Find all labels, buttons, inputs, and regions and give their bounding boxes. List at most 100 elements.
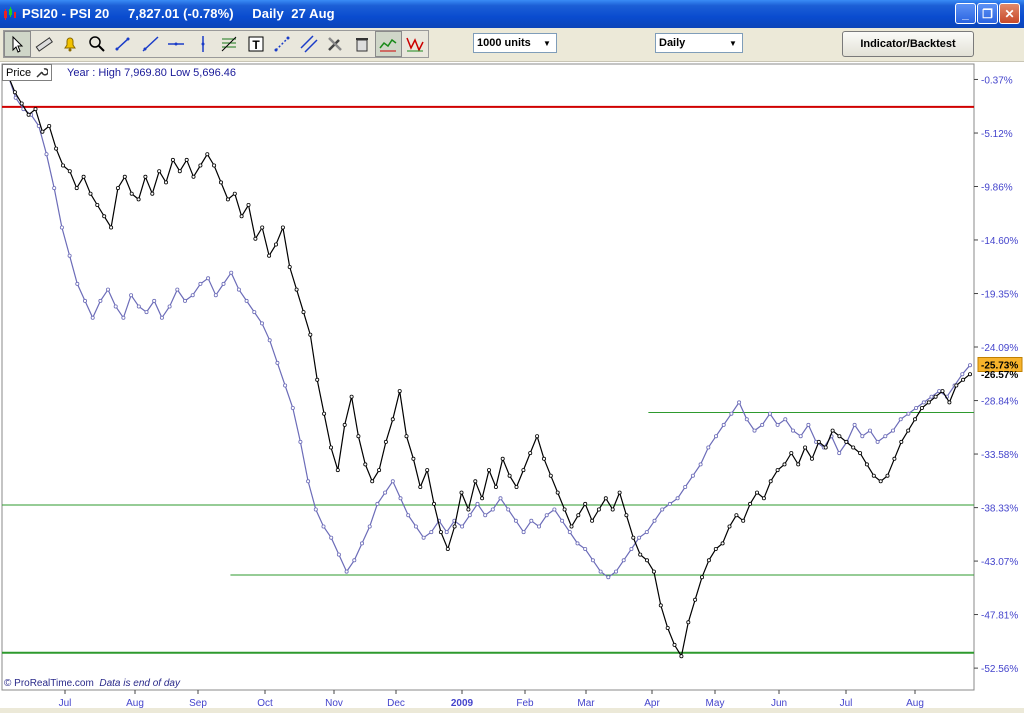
series-point-2 — [306, 479, 311, 484]
units-dropdown[interactable]: 1000 units ▼ — [473, 33, 557, 53]
series-point-1 — [335, 468, 340, 473]
series-point-1 — [933, 394, 938, 399]
tool-parallel-lines[interactable] — [296, 31, 323, 57]
chart-area[interactable]: -0.37% -5.12% -9.86% -14.60% -19.35% -24.09% -… — [0, 62, 1024, 709]
pointer-icon — [12, 35, 24, 53]
series-point-2 — [590, 558, 595, 563]
series-point-1 — [858, 451, 863, 456]
tool-text-tool[interactable]: T — [243, 31, 270, 57]
series-point-1 — [95, 202, 100, 207]
fibonacci-icon — [221, 36, 237, 52]
series-point-1 — [308, 332, 313, 337]
series-point-1 — [555, 490, 560, 495]
series-point-2 — [444, 530, 449, 535]
series-point-1 — [514, 484, 519, 489]
tool-trash[interactable] — [349, 31, 376, 57]
price-panel-label[interactable]: Price — [2, 64, 53, 81]
series-point-2 — [714, 434, 719, 439]
series-point-2 — [321, 524, 326, 529]
price-chart[interactable]: -0.37% -5.12% -9.86% -14.60% -19.35% -24.09% -… — [0, 62, 1024, 709]
tool-pattern[interactable] — [402, 31, 429, 57]
series-point-1 — [370, 479, 375, 484]
series-point-1 — [961, 377, 966, 382]
series-point-2 — [290, 405, 295, 410]
price-label-text: Price — [6, 66, 32, 79]
y-tick-label: -9.86% — [981, 182, 1013, 193]
tool-fibonacci[interactable] — [216, 31, 243, 57]
close-button[interactable]: ✕ — [999, 3, 1020, 24]
tool-arrow-line[interactable] — [269, 31, 296, 57]
series-point-1 — [528, 451, 533, 456]
y-tick-label: -14.60% — [981, 236, 1018, 247]
series-point-2 — [883, 434, 888, 439]
series-point-1 — [349, 394, 354, 399]
tool-vertical-line[interactable] — [190, 31, 217, 57]
series-point-2 — [621, 558, 626, 563]
series-point-1 — [775, 468, 780, 473]
alarm-bell-icon — [64, 37, 77, 52]
tool-alarm-bell[interactable] — [57, 31, 84, 57]
series-point-2 — [329, 535, 334, 540]
tool-ruler[interactable] — [31, 31, 58, 57]
tool-horizontal-line[interactable] — [163, 31, 190, 57]
series-point-1 — [686, 620, 691, 625]
series-point-2 — [644, 530, 649, 535]
y-tick-label: -0.37% — [981, 75, 1013, 86]
series-point-1 — [590, 518, 595, 523]
series-point-2 — [906, 411, 911, 416]
series-point-1 — [906, 428, 911, 433]
svg-text:T: T — [252, 38, 260, 52]
series-point-1 — [102, 214, 107, 219]
series-point-2 — [206, 276, 211, 281]
tool-tools[interactable] — [322, 31, 349, 57]
series-point-2 — [744, 417, 749, 422]
y-tick-label: -52.56% — [981, 664, 1018, 675]
tool-pointer[interactable] — [4, 31, 31, 57]
arrow-line-icon — [274, 36, 290, 52]
series-point-1 — [418, 484, 423, 489]
tool-overlay-chart[interactable] — [375, 31, 402, 57]
series-point-2 — [359, 541, 364, 546]
series-point-2 — [90, 315, 95, 320]
vertical-line-icon — [201, 36, 205, 52]
series-point-2 — [152, 298, 157, 303]
restore-button[interactable]: ❐ — [977, 3, 998, 24]
wrench-icon[interactable] — [35, 66, 49, 79]
tool-trendline[interactable] — [110, 31, 137, 57]
series-point-2 — [914, 405, 919, 410]
series-point-1 — [225, 197, 230, 202]
series-point-2 — [367, 524, 372, 529]
x-tick-label: Jul — [840, 698, 853, 708]
series-point-1 — [170, 157, 175, 162]
series-point-2 — [806, 422, 811, 427]
series-line-1[interactable] — [7, 75, 971, 658]
period-dropdown-value: Daily — [659, 37, 686, 49]
series-point-1 — [184, 157, 189, 162]
series-point-2 — [267, 338, 272, 343]
series-point-1 — [205, 152, 210, 157]
series-point-2 — [483, 513, 488, 518]
series-point-2 — [968, 363, 973, 368]
series-point-2 — [798, 434, 803, 439]
series-point-2 — [275, 360, 280, 365]
indicator-backtest-button[interactable]: Indicator/Backtest — [842, 31, 974, 57]
y-tick-label: -43.07% — [981, 557, 1018, 568]
tool-zoom[interactable] — [84, 31, 111, 57]
series-point-2 — [129, 293, 134, 298]
series-line-2[interactable] — [7, 75, 971, 578]
tool-ray[interactable] — [137, 31, 164, 57]
series-point-1 — [411, 456, 416, 461]
series-point-1 — [198, 163, 203, 168]
series-point-1 — [706, 558, 711, 563]
series-point-1 — [500, 456, 505, 461]
series-point-1 — [548, 473, 553, 478]
series-point-1 — [569, 524, 574, 529]
series-point-1 — [260, 225, 265, 230]
minimize-button[interactable]: _ — [955, 3, 976, 24]
chevron-down-icon: ▼ — [543, 38, 551, 48]
x-tick-label: May — [706, 698, 725, 708]
series-point-1 — [720, 541, 725, 546]
zoom-icon — [89, 36, 105, 52]
plot-frame — [1, 63, 975, 691]
period-dropdown[interactable]: Daily ▼ — [655, 33, 743, 53]
